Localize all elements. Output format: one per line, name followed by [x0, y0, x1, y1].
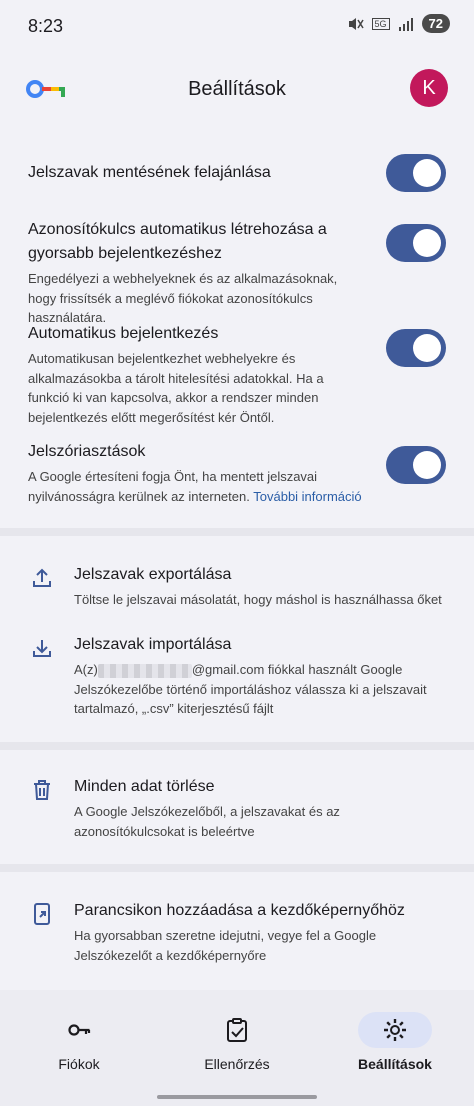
mute-vibrate-icon: [348, 17, 364, 30]
shortcut-title: Parancsikon hozzáadása a kezdőképernyőhö…: [74, 902, 405, 919]
nav-label: Fiókok: [58, 1056, 100, 1072]
switch-knob: [413, 159, 441, 187]
battery-indicator: 72: [421, 14, 450, 33]
gear-icon: [384, 1019, 406, 1041]
add-to-home-screen-icon: [34, 903, 50, 925]
import-desc-prefix: A(z): [74, 662, 98, 677]
app-bar: Beállítások K: [0, 62, 474, 118]
toggle-row-auto-signin[interactable]: Automatikus bejelentkezés Automatikusan …: [28, 322, 446, 427]
auto-signin-switch[interactable]: [386, 329, 446, 367]
import-title: Jelszavak importálása: [74, 636, 232, 653]
bottom-navigation: Fiókok Ellenőrzés Beállítások: [0, 990, 474, 1106]
switch-knob: [413, 334, 441, 362]
nav-pill-active: [358, 1012, 432, 1048]
add-shortcut-row[interactable]: Parancsikon hozzáadása a kezdőképernyőhö…: [0, 896, 474, 966]
offer-save-switch[interactable]: [386, 154, 446, 192]
passkey-switch[interactable]: [386, 224, 446, 262]
redacted-email: [97, 663, 192, 678]
shortcut-description: Ha gyorsabban szeretne idejutni, vegye f…: [74, 928, 377, 963]
password-alerts-switch[interactable]: [386, 446, 446, 484]
import-passwords-row[interactable]: Jelszavak importálása A(z) @gmail.com fió…: [0, 630, 474, 720]
export-title: Jelszavak exportálása: [74, 566, 232, 583]
toggle-row-password-alerts[interactable]: Jelszóriasztások A Google értesíteni fog…: [28, 440, 446, 506]
switch-knob: [413, 451, 441, 479]
gesture-bar[interactable]: [157, 1095, 317, 1099]
network-badge: 5G: [371, 17, 390, 30]
nav-pill: [200, 1012, 274, 1048]
upload-icon: [33, 568, 51, 587]
section-divider: [0, 528, 474, 536]
account-avatar[interactable]: K: [410, 69, 448, 107]
import-description: A(z) @gmail.com fiókkal használt Google J…: [74, 660, 446, 719]
export-description: Töltse le jelszavai másolatát, hogy másh…: [74, 592, 442, 607]
toggle-title: Jelszavak mentésének felajánlása: [28, 164, 271, 181]
checkup-icon: [227, 1018, 247, 1042]
toggle-description: Engedélyezi a webhelyeknek és az alkalma…: [28, 271, 338, 325]
status-icons: 5G 72: [346, 14, 450, 33]
switch-knob: [413, 229, 441, 257]
delete-description: A Google Jelszókezelőből, a jelszavakat …: [74, 804, 340, 839]
trash-icon: [34, 780, 50, 800]
signal-icon: [398, 17, 413, 31]
status-bar: 8:23 5G 72: [0, 0, 474, 56]
toggle-description: Automatikusan bejelentkezhet webhelyekre…: [28, 351, 324, 425]
key-icon: [68, 1024, 91, 1036]
toggle-row-offer-save[interactable]: Jelszavak mentésének felajánlása: [28, 154, 446, 192]
learn-more-link[interactable]: További információ: [253, 489, 361, 504]
toggle-title: Azonosítókulcs automatikus létrehozása a…: [28, 221, 327, 262]
toggle-row-passkey[interactable]: Azonosítókulcs automatikus létrehozása a…: [28, 218, 446, 328]
section-divider: [0, 742, 474, 750]
nav-item-checkup[interactable]: Ellenőrzés: [162, 1012, 312, 1072]
toggle-title: Automatikus bejelentkezés: [28, 325, 219, 342]
nav-pill: [42, 1012, 116, 1048]
delete-title: Minden adat törlése: [74, 778, 215, 795]
nav-item-settings[interactable]: Beállítások: [320, 1012, 470, 1072]
section-divider: [0, 864, 474, 872]
status-time: 8:23: [28, 16, 64, 36]
export-passwords-row[interactable]: Jelszavak exportálása Töltse le jelszava…: [0, 560, 474, 620]
download-icon: [33, 640, 51, 657]
nav-label: Ellenőrzés: [204, 1056, 270, 1072]
nav-item-accounts[interactable]: Fiókok: [4, 1012, 154, 1072]
toggle-title: Jelszóriasztások: [28, 443, 146, 460]
toggle-description: A Google értesíteni fogja Önt, ha mentet…: [28, 467, 368, 506]
delete-all-data-row[interactable]: Minden adat törlése A Google Jelszókezel…: [0, 772, 474, 842]
page-title: Beállítások: [188, 78, 286, 100]
nav-label: Beállítások: [358, 1056, 432, 1072]
